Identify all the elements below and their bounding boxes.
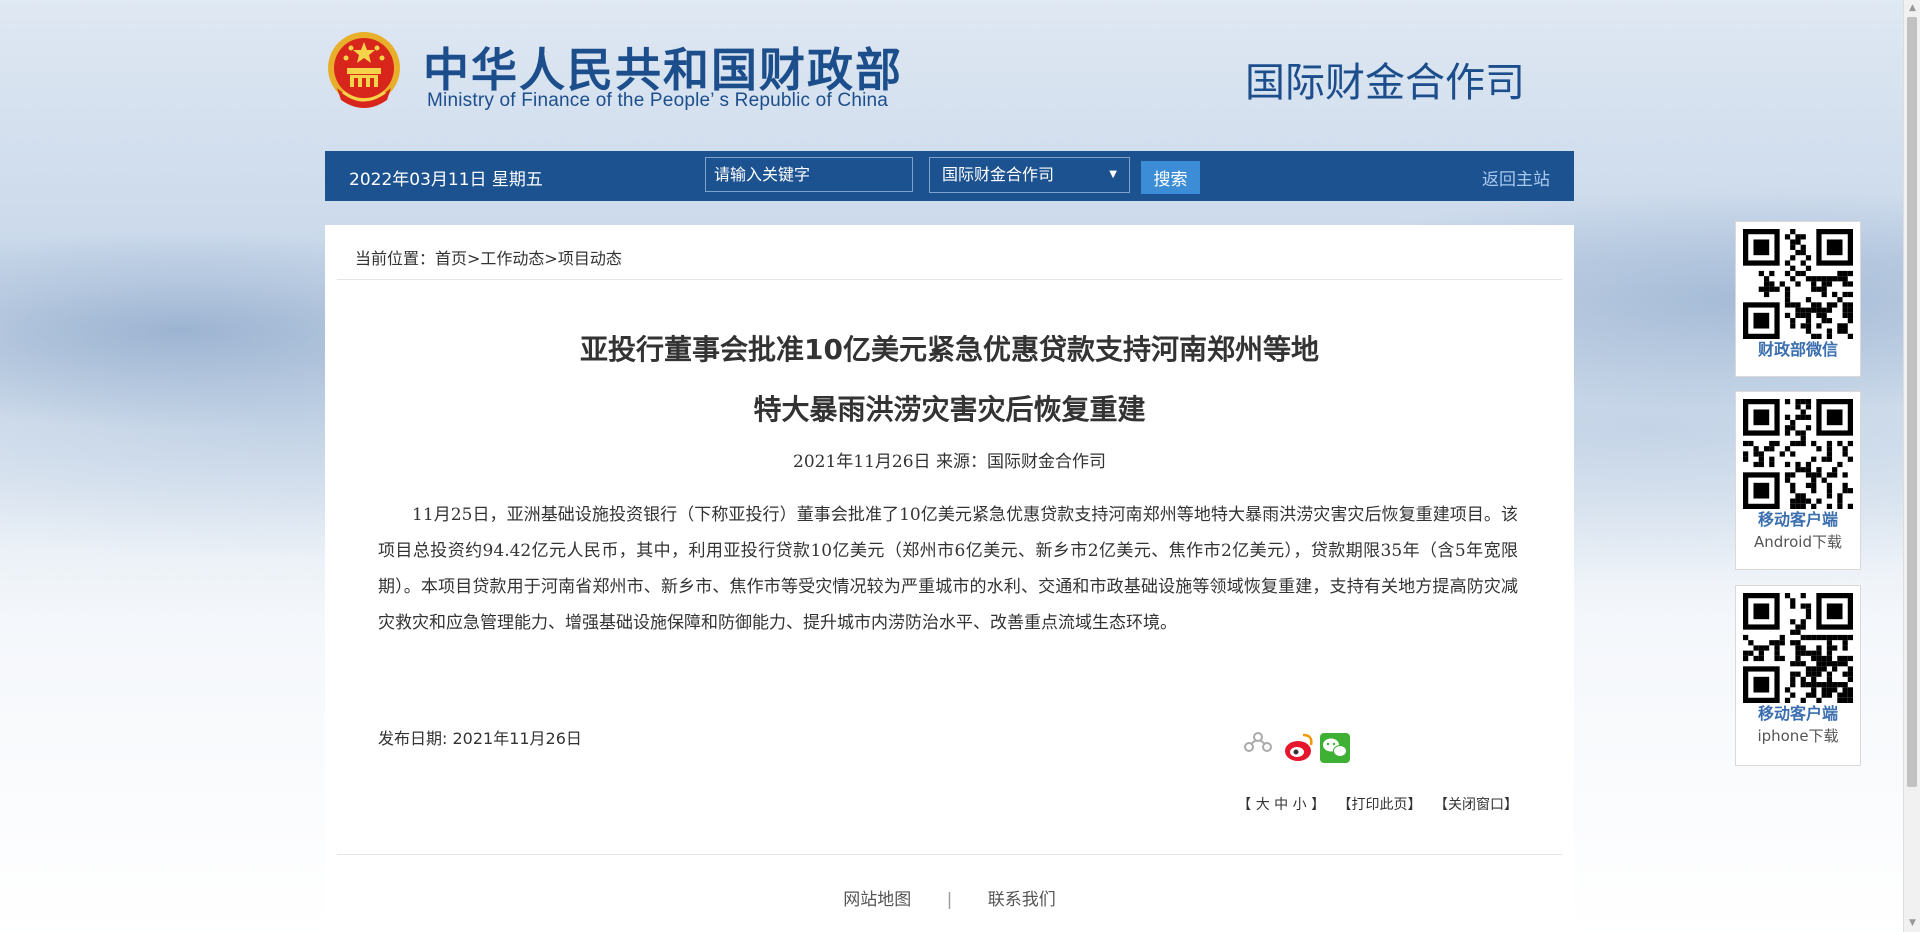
top-navbar: 2022年03月11日 星期五 国际财金合作司 ▼ 搜索 返回主站 <box>325 151 1574 201</box>
qr-code-icon <box>1743 399 1853 509</box>
wechat-icon[interactable] <box>1320 733 1350 763</box>
current-date: 2022年03月11日 星期五 <box>349 170 543 190</box>
qr-title: 财政部微信 <box>1757 340 1838 359</box>
qr-subtitle: iphone下载 <box>1757 727 1839 745</box>
ministry-title-en: Ministry of Finance of the People’ s Rep… <box>427 90 889 111</box>
share-icon[interactable] <box>1244 732 1272 752</box>
contact-link[interactable]: 联系我们 <box>988 890 1056 910</box>
article-title-line1: 亚投行董事会批准10亿美元紧急优惠贷款支持河南郑州等地 <box>580 333 1319 366</box>
divider <box>337 279 1562 280</box>
qr-title: 移动客户端 <box>1757 704 1838 723</box>
article-body: 11月25日，亚洲基础设施投资银行（下称亚投行）董事会批准了10亿美元紧急优惠贷… <box>378 505 1518 633</box>
share-bar <box>1244 732 1350 763</box>
print-link[interactable]: 【打印此页】 <box>1338 797 1422 813</box>
vertical-scrollbar[interactable]: ▲ ▼ <box>1903 0 1920 932</box>
breadcrumb: 当前位置：首页>工作动态>项目动态 <box>355 245 622 269</box>
breadcrumb-prefix: 当前位置： <box>355 249 436 268</box>
qr-code-icon <box>1743 593 1853 703</box>
scroll-up-arrow-icon[interactable]: ▲ <box>1904 0 1920 17</box>
search-scope-select[interactable]: 国际财金合作司 ▼ <box>929 157 1130 193</box>
font-size-control[interactable]: 【 大 中 小 】 <box>1237 797 1325 813</box>
article-tools: 【 大 中 小 】 【打印此页】 【关闭窗口】 <box>1229 794 1518 814</box>
article-title-line2: 特大暴雨洪涝灾害灾后恢复重建 <box>753 393 1146 426</box>
article-meta: 2021年11月26日 来源：国际财金合作司 <box>793 452 1106 472</box>
chevron-down-icon: ▼ <box>1109 169 1117 180</box>
breadcrumb-path[interactable]: 首页>工作动态>项目动态 <box>435 249 622 268</box>
national-emblem-icon <box>328 32 400 108</box>
qr-code-icon <box>1743 229 1853 339</box>
qr-subtitle: Android下载 <box>1754 533 1842 551</box>
qr-card-android[interactable]: 移动客户端 Android下载 <box>1735 391 1861 570</box>
sitemap-link[interactable]: 网站地图 <box>843 890 911 910</box>
article-container: 当前位置：首页>工作动态>项目动态 亚投行董事会批准10亿美元紧急优惠贷款支持河… <box>325 225 1574 932</box>
scrollbar-thumb[interactable] <box>1907 17 1917 787</box>
search-button[interactable]: 搜索 <box>1141 161 1200 194</box>
search-input[interactable] <box>705 157 913 192</box>
publish-date: 发布日期: 2021年11月26日 <box>378 729 582 748</box>
qr-card-wechat[interactable]: 财政部微信 <box>1735 221 1861 377</box>
scroll-down-arrow-icon[interactable]: ▼ <box>1904 915 1920 932</box>
department-name: 国际财金合作司 <box>1245 60 1525 106</box>
footer-links: 网站地图 | 联系我们 <box>325 885 1574 910</box>
back-home-link[interactable]: 返回主站 <box>1482 165 1550 190</box>
qr-title: 移动客户端 <box>1757 510 1838 529</box>
article-title: 亚投行董事会批准10亿美元紧急优惠贷款支持河南郑州等地 特大暴雨洪涝灾害灾后恢复… <box>325 320 1574 440</box>
weibo-icon[interactable] <box>1285 733 1313 761</box>
divider <box>337 854 1562 855</box>
qr-card-iphone[interactable]: 移动客户端 iphone下载 <box>1735 585 1861 766</box>
site-header: 中华人民共和国财政部 Ministry of Finance of the Pe… <box>325 28 1575 118</box>
close-window-link[interactable]: 【关闭窗口】 <box>1434 797 1518 813</box>
footer-divider: | <box>946 890 953 910</box>
search-scope-value: 国际财金合作司 <box>942 165 1055 184</box>
